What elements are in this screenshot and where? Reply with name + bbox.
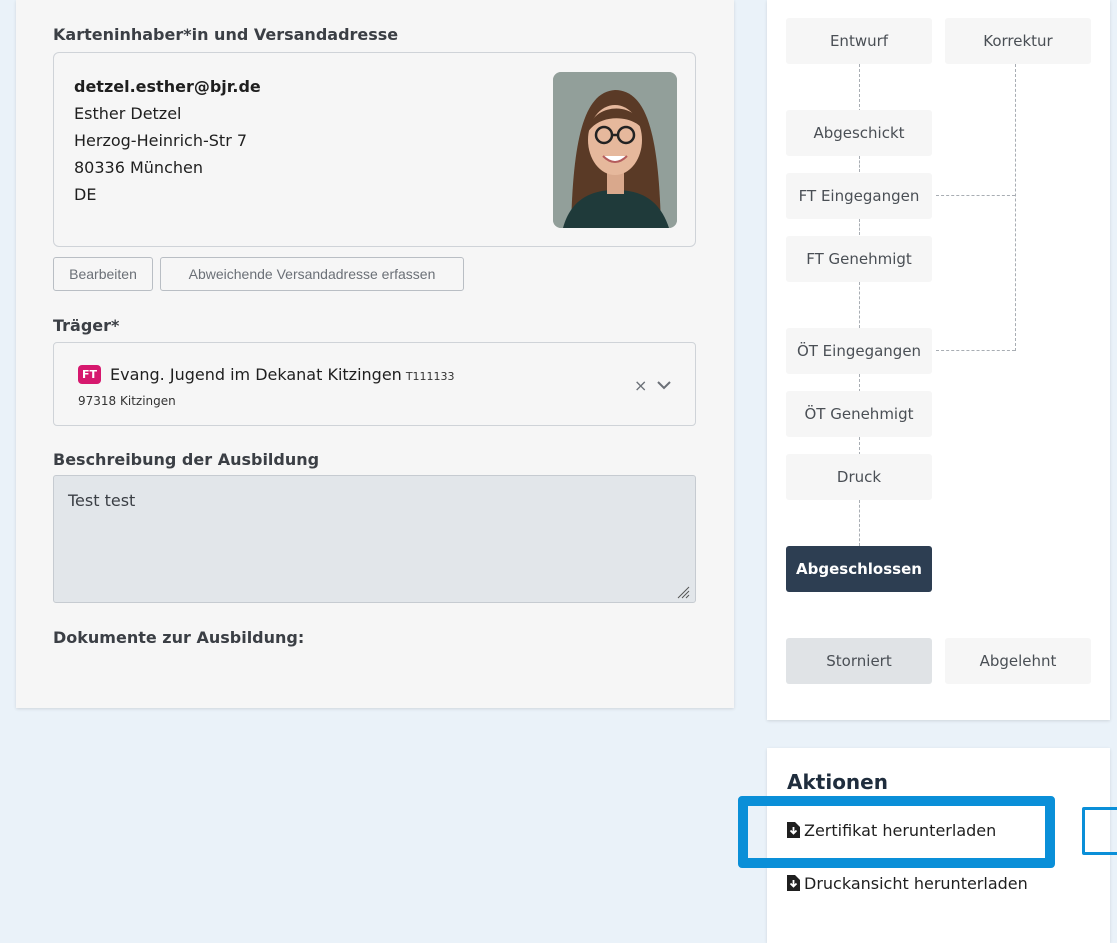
connector-line (859, 374, 860, 392)
connector-line (859, 64, 860, 112)
file-download-icon (787, 875, 800, 891)
workflow-card: Entwurf Korrektur Abgeschickt FT Eingega… (767, 0, 1110, 720)
connector-line (1015, 64, 1016, 351)
owner-email: detzel.esther@bjr.de (74, 77, 261, 96)
status-abgelehnt: Abgelehnt (945, 638, 1091, 684)
status-ft-genehmigt: FT Genehmigt (786, 236, 932, 282)
status-abgeschlossen: Abgeschlossen (786, 546, 932, 592)
actions-title: Aktionen (787, 770, 888, 794)
connector-line (859, 500, 860, 546)
alt-address-button[interactable]: Abweichende Versandadresse erfassen (160, 257, 464, 291)
download-print-label: Druckansicht herunterladen (804, 874, 1028, 893)
owner-city: 80336 München (74, 158, 203, 177)
download-print-link[interactable]: Druckansicht herunterladen (787, 874, 1028, 893)
ft-badge: FT (78, 365, 101, 384)
traeger-city: 97318 Kitzingen (78, 394, 176, 408)
connector-line (859, 156, 860, 172)
status-oet-genehmigt: ÖT Genehmigt (786, 391, 932, 437)
highlight-frame-secondary (1082, 807, 1117, 855)
owner-country: DE (74, 185, 97, 204)
traeger-name: Evang. Jugend im Dekanat Kitzingen T11113… (110, 365, 455, 384)
connector-line (936, 195, 1015, 196)
status-druck: Druck (786, 454, 932, 500)
traeger-label: Träger* (53, 316, 120, 335)
status-oet-eingegangen: ÖT Eingegangen (786, 328, 932, 374)
owner-street: Herzog-Heinrich-Str 7 (74, 131, 248, 150)
connector-line (859, 437, 860, 455)
traeger-select[interactable]: FT Evang. Jugend im Dekanat Kitzingen T11… (53, 342, 696, 426)
beschreibung-label: Beschreibung der Ausbildung (53, 450, 320, 469)
traeger-name-text: Evang. Jugend im Dekanat Kitzingen (110, 365, 402, 384)
chevron-down-icon[interactable] (656, 376, 672, 395)
traeger-code: T111133 (405, 370, 455, 383)
edit-button[interactable]: Bearbeiten (53, 257, 153, 291)
dokumente-label: Dokumente zur Ausbildung: (53, 628, 305, 647)
address-box: detzel.esther@bjr.de Esther Detzel Herzo… (53, 52, 696, 247)
status-entwurf: Entwurf (786, 18, 932, 64)
clear-icon[interactable]: × (634, 376, 647, 395)
resize-grip-icon[interactable] (676, 584, 690, 603)
owner-section-label: Karteninhaber*in und Versandadresse (53, 25, 399, 44)
status-korrektur: Korrektur (945, 18, 1091, 64)
beschreibung-textarea[interactable]: Test test (53, 475, 696, 603)
connector-line (859, 219, 860, 235)
status-storniert: Storniert (786, 638, 932, 684)
highlight-frame (738, 796, 1055, 868)
connector-line (936, 350, 1015, 351)
owner-name: Esther Detzel (74, 104, 182, 123)
connector-line (859, 282, 860, 328)
status-abgeschickt: Abgeschickt (786, 110, 932, 156)
status-ft-eingegangen: FT Eingegangen (786, 173, 932, 219)
avatar (553, 72, 677, 228)
